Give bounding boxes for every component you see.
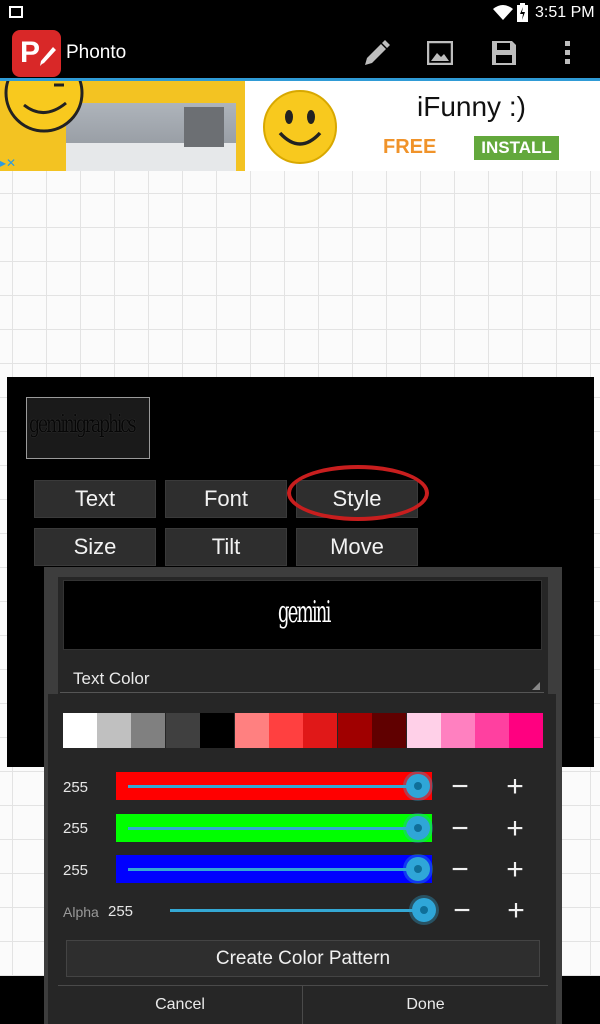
red-plus-button[interactable]: + [500, 772, 530, 802]
color-swatch-light-pink[interactable] [407, 713, 441, 748]
green-value: 255 [63, 820, 89, 837]
cancel-button[interactable]: Cancel [58, 986, 302, 1024]
dialog-preview-text: gemini [278, 595, 331, 630]
spinner-arrow-icon [532, 682, 540, 690]
move-button[interactable]: Move [296, 528, 418, 566]
blue-value: 255 [63, 862, 89, 879]
color-swatch-pink[interactable] [441, 713, 475, 748]
color-swatch-black[interactable] [200, 713, 234, 748]
color-swatch-light-red[interactable] [235, 713, 269, 748]
alpha-slider-line [170, 909, 426, 912]
color-swatch-magenta[interactable] [509, 713, 543, 748]
logo-pencil-icon [40, 47, 56, 66]
blue-minus-button[interactable]: − [445, 855, 475, 885]
alpha-plus-button[interactable]: + [501, 896, 531, 926]
wink-smiley-icon [4, 81, 84, 133]
text-color-label: Text Color [73, 669, 150, 688]
status-time: 3:51 PM [535, 4, 595, 21]
ad-free-label: FREE [383, 136, 437, 158]
ad-install-button[interactable]: INSTALL [474, 136, 559, 160]
text-color-spinner[interactable]: Text Color [60, 660, 544, 693]
wifi-icon [493, 5, 513, 20]
blue-slider-line [128, 868, 420, 871]
app-logo[interactable]: P [12, 30, 61, 77]
image-notification-icon [9, 6, 23, 18]
color-swatch-hot-pink[interactable] [475, 713, 509, 748]
red-minus-button[interactable]: − [445, 772, 475, 802]
app-logo-letter: P [20, 36, 41, 69]
text-preview-box[interactable]: geminigraphics [26, 397, 150, 459]
tilt-button[interactable]: Tilt [165, 528, 287, 566]
green-slider[interactable] [116, 814, 432, 842]
green-minus-button[interactable]: − [445, 814, 475, 844]
size-button[interactable]: Size [34, 528, 156, 566]
color-swatch-crimson[interactable] [303, 713, 337, 748]
color-swatch-red[interactable] [269, 713, 303, 748]
alpha-minus-button[interactable]: − [447, 896, 477, 926]
red-value: 255 [63, 779, 89, 796]
red-slider-thumb[interactable] [406, 774, 430, 798]
dialog-preview: gemini [63, 580, 542, 650]
pencil-icon[interactable] [362, 40, 390, 68]
save-icon[interactable] [491, 40, 517, 66]
ad-logo-tile [256, 85, 344, 169]
alpha-slider-thumb[interactable] [412, 898, 436, 922]
text-preview: geminigraphics [29, 410, 137, 438]
green-slider-line [128, 827, 420, 830]
alpha-slider[interactable] [168, 896, 436, 924]
app-title: Phonto [66, 42, 127, 63]
alpha-label: Alpha [63, 904, 99, 920]
done-button[interactable]: Done [303, 986, 548, 1024]
font-button[interactable]: Font [165, 480, 287, 518]
blue-plus-button[interactable]: + [500, 855, 530, 885]
ad-banner[interactable]: iFunny :) FREE INSTALL ▸✕ [0, 81, 600, 171]
color-swatch-dark-red[interactable] [338, 713, 372, 748]
battery-icon [517, 3, 528, 22]
status-bar: 3:51 PM [0, 0, 600, 26]
alpha-value: 255 [108, 903, 134, 920]
green-plus-button[interactable]: + [500, 814, 530, 844]
action-bar: P Phonto [0, 26, 600, 81]
red-slider[interactable] [116, 772, 432, 800]
ad-title: iFunny :) [417, 91, 526, 122]
text-button[interactable]: Text [34, 480, 156, 518]
color-swatch-dark-gray[interactable] [166, 713, 200, 748]
blue-slider-thumb[interactable] [406, 857, 430, 881]
green-slider-thumb[interactable] [406, 816, 430, 840]
color-swatch-light-gray[interactable] [97, 713, 131, 748]
ad-choices-icon[interactable]: ▸✕ [0, 155, 30, 171]
ad-photo [66, 103, 236, 171]
color-swatch-maroon[interactable] [372, 713, 406, 748]
color-swatch-gray[interactable] [131, 713, 165, 748]
overflow-menu-icon[interactable] [564, 40, 572, 66]
style-highlight-circle [287, 465, 429, 521]
red-slider-line [128, 785, 420, 788]
smiley-icon [263, 90, 337, 164]
ad-left-image [0, 81, 245, 171]
create-color-pattern-button[interactable]: Create Color Pattern [66, 940, 540, 977]
image-icon[interactable] [427, 41, 453, 65]
color-swatch-white[interactable] [63, 713, 97, 748]
blue-slider[interactable] [116, 855, 432, 883]
